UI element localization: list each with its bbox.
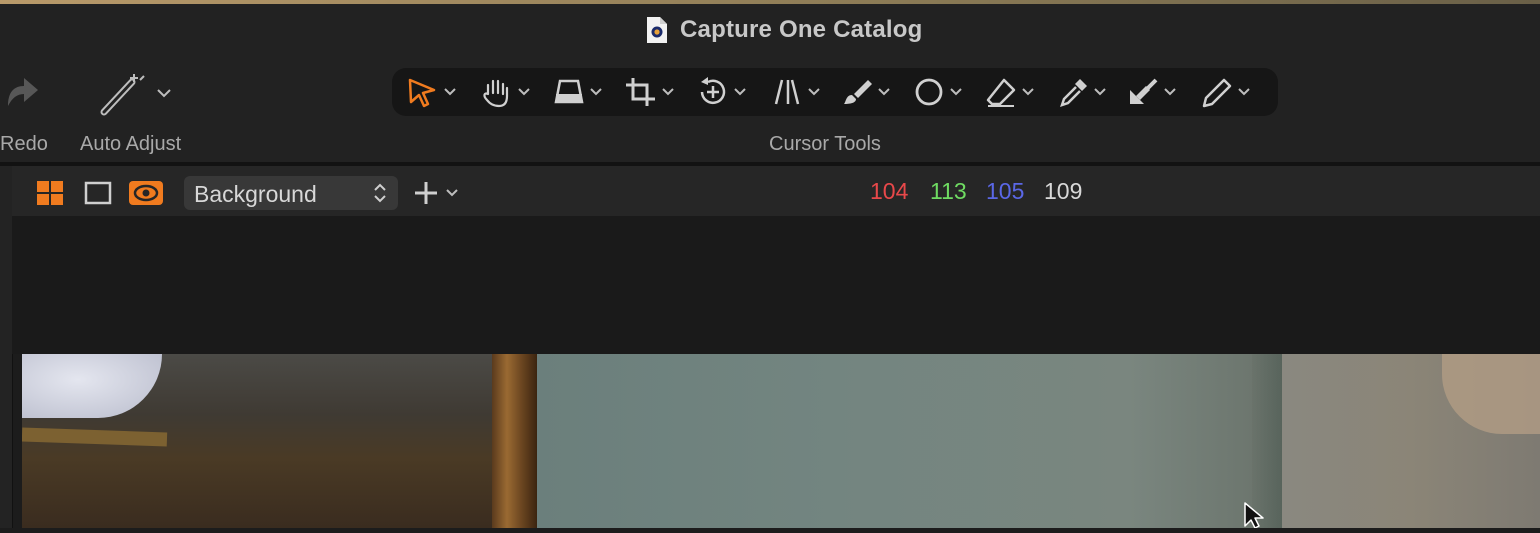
layer-select-value: Background xyxy=(194,181,317,207)
annotate-pen-icon xyxy=(1202,78,1232,108)
plus-icon xyxy=(415,182,458,204)
apply-eyedropper-icon xyxy=(1130,78,1158,104)
readout-luminance: 109 xyxy=(1044,178,1083,204)
single-view-icon xyxy=(84,181,112,205)
updown-chevron-icon xyxy=(374,183,386,203)
grid-view-icon xyxy=(37,181,63,205)
apply-eyedropper-tool[interactable] xyxy=(1126,76,1177,108)
single-view-button[interactable] xyxy=(84,180,112,211)
readout-red: 104 xyxy=(870,178,909,204)
crop-icon xyxy=(626,78,655,106)
readout-green: 113 xyxy=(930,178,967,204)
title-bar: Capture One Catalog xyxy=(0,4,1540,58)
chevron-down-icon xyxy=(518,88,530,96)
eraser-icon xyxy=(986,78,1016,107)
redo-label: Redo xyxy=(0,133,48,155)
chevron-down-icon xyxy=(590,88,602,96)
image-preview xyxy=(22,354,1540,528)
brush-icon xyxy=(844,80,872,104)
eraser-tool[interactable] xyxy=(984,76,1035,108)
brush-tool[interactable] xyxy=(840,76,891,108)
chevron-down-icon xyxy=(1164,88,1176,96)
cursor-tools-group xyxy=(392,68,1278,116)
rotate-tool[interactable] xyxy=(696,76,747,108)
chevron-down-icon xyxy=(444,88,456,96)
chevron-down-icon xyxy=(808,88,820,96)
hand-pan-tool[interactable] xyxy=(480,76,531,108)
catalog-doc-icon xyxy=(646,16,668,44)
cursor-tools-label: Cursor Tools xyxy=(769,133,881,155)
color-picker-tool[interactable] xyxy=(1056,76,1107,108)
keystone-tool[interactable] xyxy=(552,76,603,108)
chevron-down-icon xyxy=(1094,88,1106,96)
circle-mask-tool[interactable] xyxy=(912,76,963,108)
select-arrow-tool[interactable] xyxy=(406,76,457,108)
eye-icon xyxy=(129,181,163,205)
chevron-down-icon xyxy=(950,88,962,96)
auto-adjust-label: Auto Adjust xyxy=(80,133,182,155)
chevron-down-icon xyxy=(1238,88,1250,96)
keystone-icon xyxy=(554,79,584,104)
window-title: Capture One Catalog xyxy=(680,16,923,43)
auto-adjust-button[interactable] xyxy=(98,70,178,123)
layer-select[interactable]: Background xyxy=(184,176,398,210)
magic-wand-icon xyxy=(100,74,171,116)
readout-blue: 105 xyxy=(986,178,1025,204)
straighten-icon xyxy=(774,79,800,105)
crop-tool[interactable] xyxy=(624,76,675,108)
chevron-down-icon xyxy=(1022,88,1034,96)
straighten-tool[interactable] xyxy=(770,76,821,108)
redo-icon xyxy=(8,78,38,106)
add-layer-button[interactable] xyxy=(412,180,464,211)
chevron-down-icon xyxy=(734,88,746,96)
circle-mask-icon xyxy=(915,78,943,106)
chevron-down-icon xyxy=(662,88,674,96)
annotate-pen-tool[interactable] xyxy=(1200,76,1251,108)
color-picker-icon xyxy=(1060,79,1087,107)
grid-view-button[interactable] xyxy=(36,180,64,211)
hand-pan-icon xyxy=(483,79,509,108)
mouse-pointer-icon xyxy=(1244,502,1264,529)
chevron-down-icon xyxy=(878,88,890,96)
select-arrow-icon xyxy=(408,78,436,108)
redo-button[interactable] xyxy=(4,70,40,115)
preview-toggle-button[interactable] xyxy=(128,180,164,211)
mouse-cursor xyxy=(1242,502,1268,533)
viewer-background xyxy=(12,216,1540,354)
rotate-icon xyxy=(700,77,726,105)
